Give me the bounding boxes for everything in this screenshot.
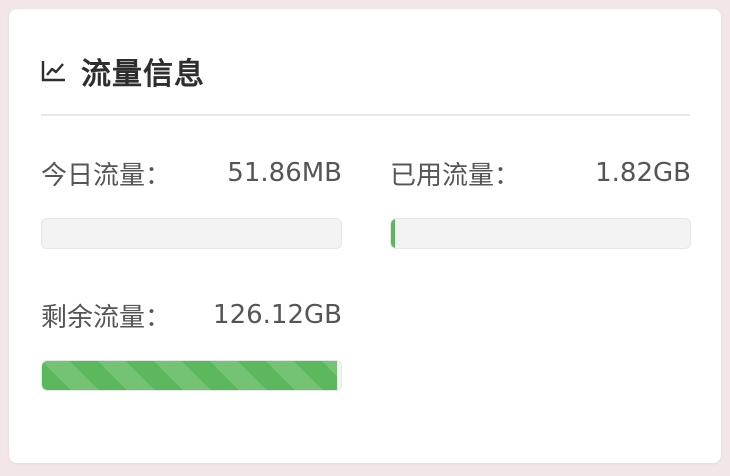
stat-today-traffic: 今日流量： 51.86MB bbox=[41, 153, 342, 249]
divider bbox=[41, 114, 690, 116]
stat-value: 51.86MB bbox=[227, 158, 342, 188]
panel-header: 流量信息 bbox=[41, 47, 205, 95]
stat-label: 已用流量： bbox=[390, 160, 521, 191]
remaining-traffic-progress-bar bbox=[41, 360, 342, 391]
today-traffic-progress-bar bbox=[41, 218, 342, 249]
stat-label: 今日流量： bbox=[41, 160, 172, 191]
stat-value: 1.82GB bbox=[595, 158, 691, 188]
stat-value: 126.12GB bbox=[213, 300, 342, 330]
stat-label: 剩余流量： bbox=[41, 302, 172, 333]
progress-fill bbox=[42, 361, 337, 390]
used-traffic-progress-bar bbox=[390, 218, 691, 249]
stat-used-traffic: 已用流量： 1.82GB bbox=[390, 153, 691, 249]
stat-remaining-traffic: 剩余流量： 126.12GB bbox=[41, 295, 342, 391]
traffic-info-panel: 流量信息 今日流量： 51.86MB 已用流量： 1.82GB 剩余流量： 12… bbox=[9, 9, 721, 463]
line-chart-icon bbox=[41, 60, 67, 82]
panel-title: 流量信息 bbox=[81, 57, 205, 92]
progress-fill bbox=[391, 219, 396, 248]
